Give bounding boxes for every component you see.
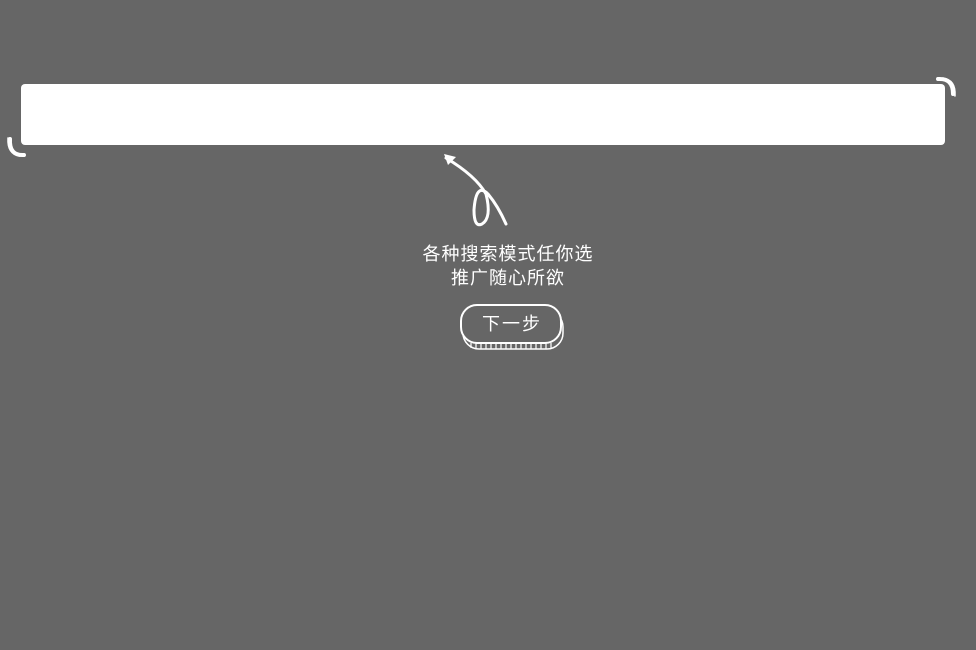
next-step-label: 下一步 bbox=[482, 314, 542, 335]
curly-arrow-icon bbox=[444, 154, 508, 227]
guide-tip-text: 各种搜索模式任你选 推广随心所欲 bbox=[388, 243, 628, 291]
guide-tip-line-1: 各种搜索模式任你选 bbox=[422, 244, 594, 265]
next-step-button[interactable]: 下一步 bbox=[459, 303, 567, 353]
corner-bracket-top-right-icon bbox=[936, 76, 956, 97]
search-bar-highlight bbox=[21, 84, 945, 145]
guide-overlay: 各种搜索模式任你选 推广随心所欲 下一步 bbox=[0, 0, 976, 650]
corner-bracket-bottom-left-icon bbox=[7, 137, 26, 158]
guide-tip-line-2: 推广随心所欲 bbox=[451, 268, 565, 289]
